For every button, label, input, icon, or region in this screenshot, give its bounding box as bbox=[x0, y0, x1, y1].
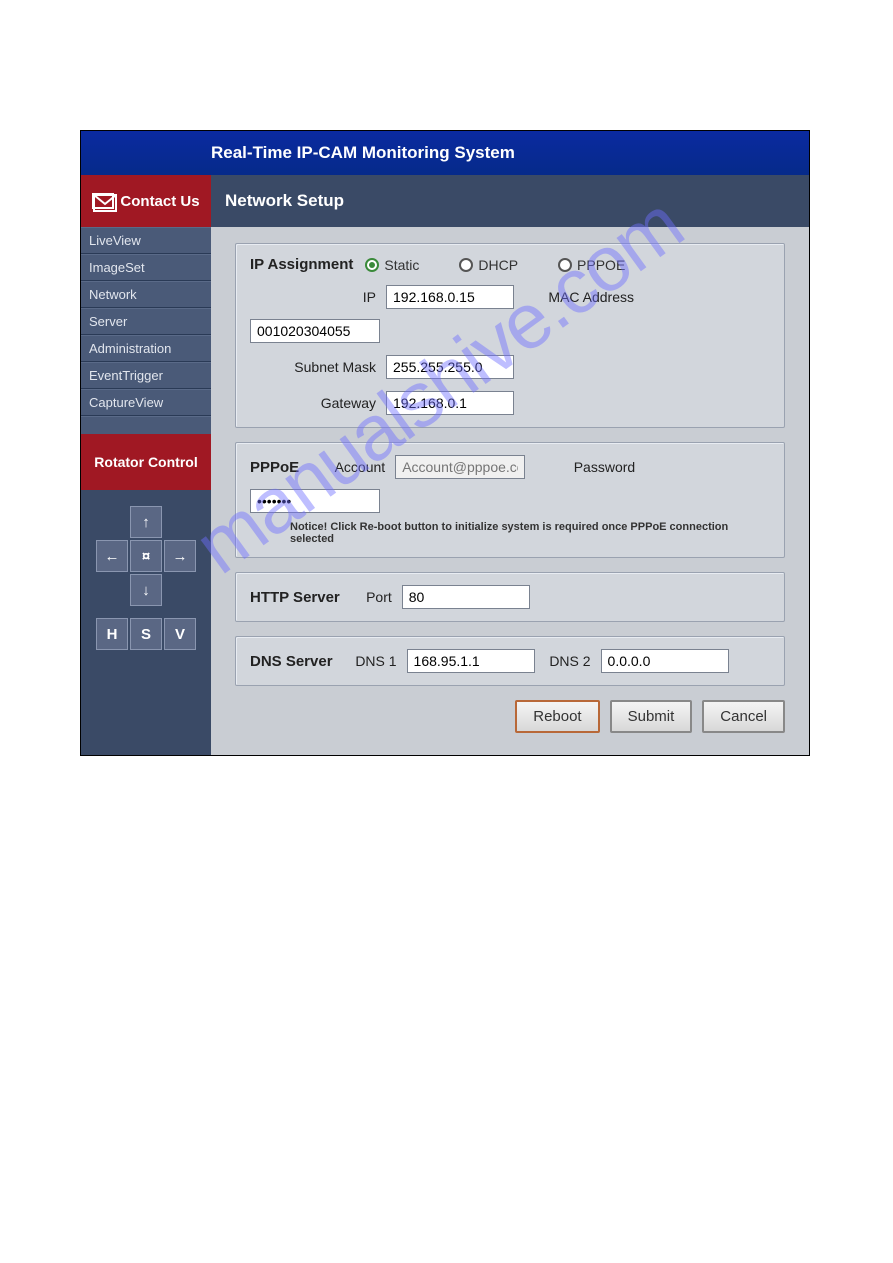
ptz-s-button[interactable]: S bbox=[130, 618, 162, 650]
subnet-label: Subnet Mask bbox=[250, 359, 376, 375]
pppoe-account-label: Account bbox=[325, 459, 385, 475]
ip-label: IP bbox=[250, 289, 376, 305]
contact-us-label: Contact Us bbox=[120, 193, 199, 210]
radio-dot-icon bbox=[558, 258, 572, 272]
pppoe-account-input[interactable] bbox=[395, 455, 525, 479]
sidebar-spacer bbox=[81, 416, 211, 434]
mac-input[interactable] bbox=[250, 319, 380, 343]
dns-server-panel: DNS Server DNS 1 DNS 2 bbox=[235, 636, 785, 686]
ptz-right-button[interactable]: → bbox=[164, 540, 196, 572]
subnet-input[interactable] bbox=[386, 355, 514, 379]
pppoe-password-label: Password bbox=[565, 459, 635, 475]
mac-label: MAC Address bbox=[544, 289, 634, 305]
mail-icon bbox=[92, 193, 114, 209]
sidebar-item-liveview[interactable]: LiveView bbox=[81, 227, 211, 254]
gateway-label: Gateway bbox=[250, 395, 376, 411]
http-server-panel: HTTP Server Port bbox=[235, 572, 785, 622]
radio-static-label: Static bbox=[384, 257, 419, 273]
header-row: Contact Us Network Setup bbox=[81, 175, 809, 227]
pppoe-title: PPPoE bbox=[250, 459, 299, 476]
pppoe-password-input[interactable] bbox=[250, 489, 380, 513]
page-title-text: Network Setup bbox=[225, 191, 344, 211]
app-window: Real-Time IP-CAM Monitoring System Conta… bbox=[80, 130, 810, 756]
dns2-label: DNS 2 bbox=[545, 653, 591, 669]
content-area: IP Assignment Static DHCP PPPOE bbox=[211, 227, 809, 755]
ptz-left-button[interactable]: ← bbox=[96, 540, 128, 572]
ptz-h-button[interactable]: H bbox=[96, 618, 128, 650]
ip-input[interactable] bbox=[386, 285, 514, 309]
sidebar-item-network[interactable]: Network bbox=[81, 281, 211, 308]
ip-assignment-radio-group: Static DHCP PPPOE bbox=[365, 257, 625, 273]
submit-button[interactable]: Submit bbox=[610, 700, 693, 733]
reboot-button[interactable]: Reboot bbox=[515, 700, 599, 733]
sidebar-item-administration[interactable]: Administration bbox=[81, 335, 211, 362]
ip-assignment-panel: IP Assignment Static DHCP PPPOE bbox=[235, 243, 785, 428]
radio-pppoe[interactable]: PPPOE bbox=[558, 257, 625, 273]
action-button-row: Reboot Submit Cancel bbox=[235, 700, 785, 733]
app-title: Real-Time IP-CAM Monitoring System bbox=[211, 143, 515, 163]
cancel-button[interactable]: Cancel bbox=[702, 700, 785, 733]
rotator-control-label: Rotator Control bbox=[81, 434, 211, 490]
contact-us-button[interactable]: Contact Us bbox=[81, 175, 211, 227]
radio-static[interactable]: Static bbox=[365, 257, 419, 273]
dns1-input[interactable] bbox=[407, 649, 535, 673]
ip-assignment-title: IP Assignment bbox=[250, 256, 353, 273]
body-row: LiveView ImageSet Network Server Adminis… bbox=[81, 227, 809, 755]
radio-dhcp[interactable]: DHCP bbox=[459, 257, 518, 273]
ptz-up-button[interactable]: ↑ bbox=[130, 506, 162, 538]
http-port-input[interactable] bbox=[402, 585, 530, 609]
radio-pppoe-label: PPPOE bbox=[577, 257, 625, 273]
titlebar: Real-Time IP-CAM Monitoring System bbox=[81, 131, 809, 175]
gateway-input[interactable] bbox=[386, 391, 514, 415]
radio-dot-icon bbox=[365, 258, 379, 272]
sidebar-item-server[interactable]: Server bbox=[81, 308, 211, 335]
sidebar-item-imageset[interactable]: ImageSet bbox=[81, 254, 211, 281]
dns1-label: DNS 1 bbox=[351, 653, 397, 669]
http-port-label: Port bbox=[358, 589, 392, 605]
pppoe-panel: PPPoE Account Password Notice! Click Re-… bbox=[235, 442, 785, 558]
dns-title: DNS Server bbox=[250, 653, 333, 670]
sidebar-item-captureview[interactable]: CaptureView bbox=[81, 389, 211, 416]
sidebar-item-eventtrigger[interactable]: EventTrigger bbox=[81, 362, 211, 389]
ptz-down-button[interactable]: ↓ bbox=[130, 574, 162, 606]
sidebar: LiveView ImageSet Network Server Adminis… bbox=[81, 227, 211, 755]
http-title: HTTP Server bbox=[250, 589, 340, 606]
ptz-v-button[interactable]: V bbox=[164, 618, 196, 650]
page-title: Network Setup bbox=[211, 175, 809, 227]
dns2-input[interactable] bbox=[601, 649, 729, 673]
ptz-pad: ↑ ← ¤ → ↓ H S V bbox=[81, 490, 211, 674]
radio-dot-icon bbox=[459, 258, 473, 272]
pppoe-notice: Notice! Click Re-boot button to initiali… bbox=[290, 521, 770, 545]
radio-dhcp-label: DHCP bbox=[478, 257, 518, 273]
ptz-center-button[interactable]: ¤ bbox=[130, 540, 162, 572]
